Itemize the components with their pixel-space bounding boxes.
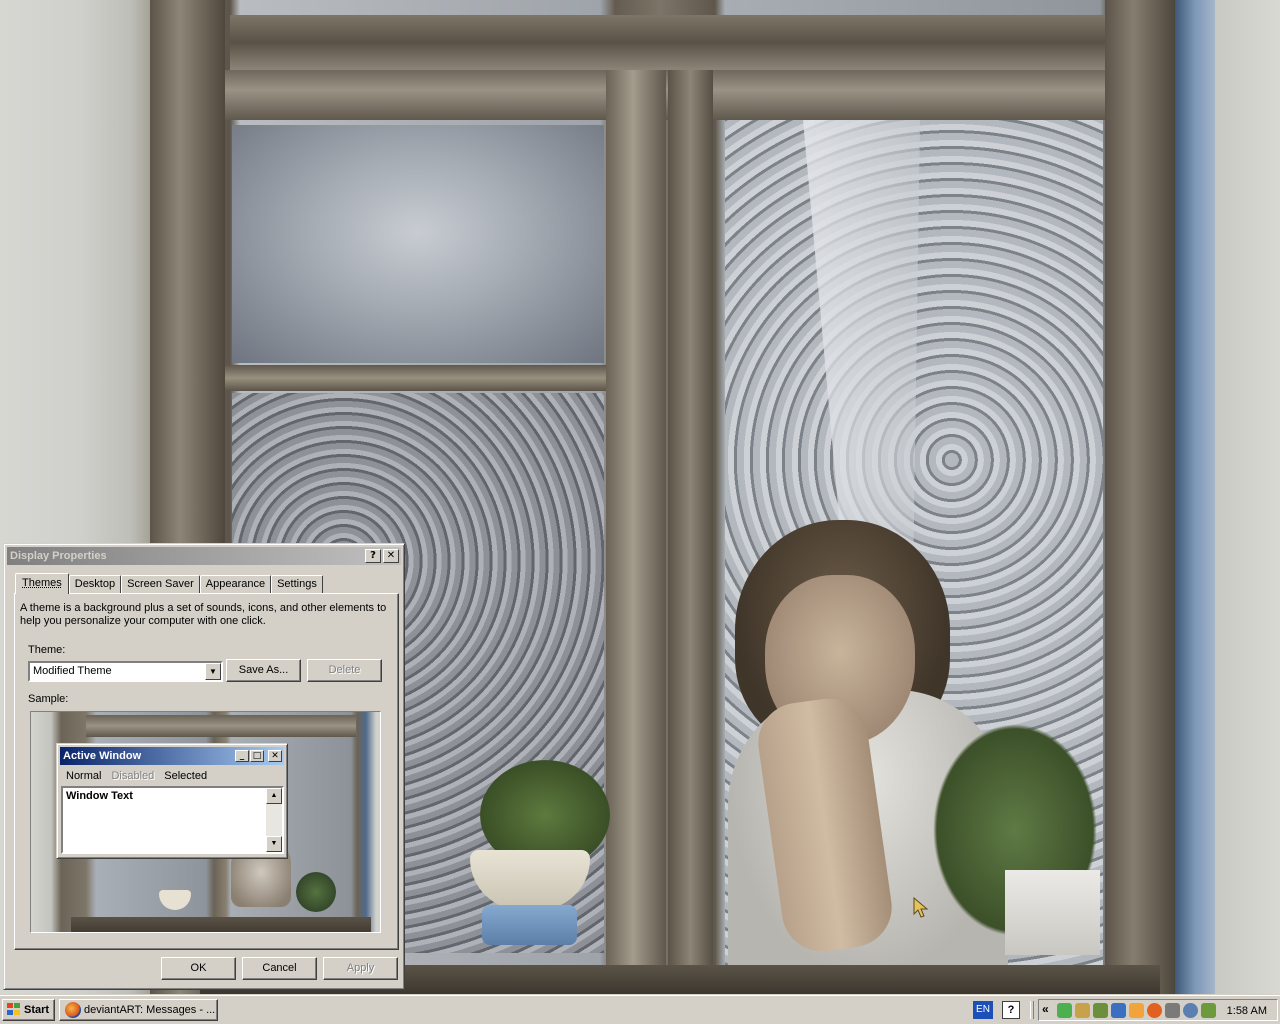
antivirus-icon[interactable] <box>1165 1003 1180 1018</box>
hand-icon[interactable] <box>1075 1003 1090 1018</box>
shield-icon[interactable] <box>1057 1003 1072 1018</box>
sample-menu-normal: Normal <box>66 770 102 782</box>
help-button[interactable]: ? <box>365 549 381 563</box>
sample-window-titlebar: Active Window _ □ ✕ <box>60 747 284 765</box>
delete-button[interactable]: Delete <box>307 659 382 682</box>
help-icon[interactable]: ? <box>1002 1001 1020 1019</box>
theme-label: Theme: <box>28 644 66 656</box>
theme-select[interactable]: Modified Theme ▼ <box>28 661 223 682</box>
wallpaper-window-pane <box>232 125 604 363</box>
wallpaper-frame-top <box>230 15 1110 70</box>
preview-plant <box>296 872 336 912</box>
wallpaper-frame-post <box>1105 0 1175 994</box>
clock[interactable]: 1:58 AM <box>1227 1002 1267 1020</box>
preview-bowl <box>159 890 191 910</box>
speaker-icon[interactable] <box>1111 1003 1126 1018</box>
start-label: Start <box>24 1004 50 1016</box>
tab-themes-label: Themes <box>22 577 62 589</box>
wallpaper-pot <box>1005 870 1100 955</box>
sample-label: Sample: <box>28 693 69 705</box>
taskbar-button-label: deviantART: Messages - ... <box>84 1004 216 1016</box>
maximize-icon: □ <box>250 750 264 762</box>
display-properties-dialog: Display Properties ? ✕ Themes Desktop Sc… <box>3 543 405 990</box>
network-icon[interactable] <box>1093 1003 1108 1018</box>
apply-button[interactable]: Apply <box>323 957 398 980</box>
tab-settings[interactable]: Settings <box>271 575 323 594</box>
tab-desktop[interactable]: Desktop <box>68 575 122 594</box>
ok-button[interactable]: OK <box>161 957 236 980</box>
start-button[interactable]: Start <box>2 999 55 1021</box>
mouse-cursor-icon <box>913 897 929 918</box>
tab-appearance[interactable]: Appearance <box>199 575 272 594</box>
toolbar-grip[interactable] <box>1030 1001 1034 1019</box>
firefox-icon <box>65 1002 81 1018</box>
taskbar: Start deviantART: Messages - ... EN ? « … <box>0 994 1280 1024</box>
system-tray: « 1:58 AM <box>1038 999 1278 1021</box>
theme-select-value: Modified Theme <box>33 665 112 677</box>
close-icon: ✕ <box>268 750 282 762</box>
sample-window-text-area: Window Text ▲ ▼ <box>61 786 284 854</box>
show-hidden-icons-chevron-icon[interactable]: « <box>1042 1002 1049 1016</box>
wallpaper-blue-paint <box>1175 0 1215 994</box>
wallpaper-frame-post <box>606 70 666 990</box>
tab-themes[interactable]: Themes <box>15 573 69 594</box>
tab-strip: Themes Desktop Screen Saver Appearance S… <box>15 573 323 594</box>
wallpaper-bowl-base <box>482 905 577 945</box>
sample-window-text: Window Text <box>66 790 133 802</box>
save-as-button[interactable]: Save As... <box>226 659 301 682</box>
firefox-icon[interactable] <box>1147 1003 1162 1018</box>
windows-logo-icon <box>7 1003 21 1016</box>
tab-screen-saver[interactable]: Screen Saver <box>121 575 200 594</box>
wallpaper-frame-post <box>668 70 713 990</box>
dropdown-arrow-icon[interactable]: ▼ <box>205 663 221 680</box>
scroll-down-icon: ▼ <box>266 836 282 852</box>
scroll-up-icon: ▲ <box>266 788 282 804</box>
wallpaper-frame-mid-rail <box>225 365 610 391</box>
sample-menu-disabled: Disabled <box>111 770 155 782</box>
sample-scrollbar: ▲ ▼ <box>266 788 282 852</box>
minimize-icon: _ <box>235 750 249 762</box>
sample-menu-selected: Selected <box>164 770 208 782</box>
dialog-title: Display Properties <box>10 550 107 562</box>
tools-icon[interactable] <box>1201 1003 1216 1018</box>
preview-sill <box>71 917 371 932</box>
cancel-button[interactable]: Cancel <box>242 957 317 980</box>
sample-active-window: Active Window _ □ ✕ Normal Disabled Sele… <box>56 743 288 859</box>
sample-window-title: Active Window <box>63 750 142 762</box>
sample-window-menu: Normal Disabled Selected <box>61 768 212 784</box>
wallpaper-frame-rail <box>222 70 1112 120</box>
preview-frame <box>86 715 356 737</box>
sync-icon[interactable] <box>1183 1003 1198 1018</box>
update-icon[interactable] <box>1129 1003 1144 1018</box>
close-button[interactable]: ✕ <box>383 549 399 563</box>
dialog-titlebar[interactable]: Display Properties ? ✕ <box>7 547 401 565</box>
theme-description: A theme is a background plus a set of so… <box>20 602 387 627</box>
language-indicator[interactable]: EN <box>973 1001 993 1019</box>
taskbar-button-firefox[interactable]: deviantART: Messages - ... <box>59 999 218 1021</box>
